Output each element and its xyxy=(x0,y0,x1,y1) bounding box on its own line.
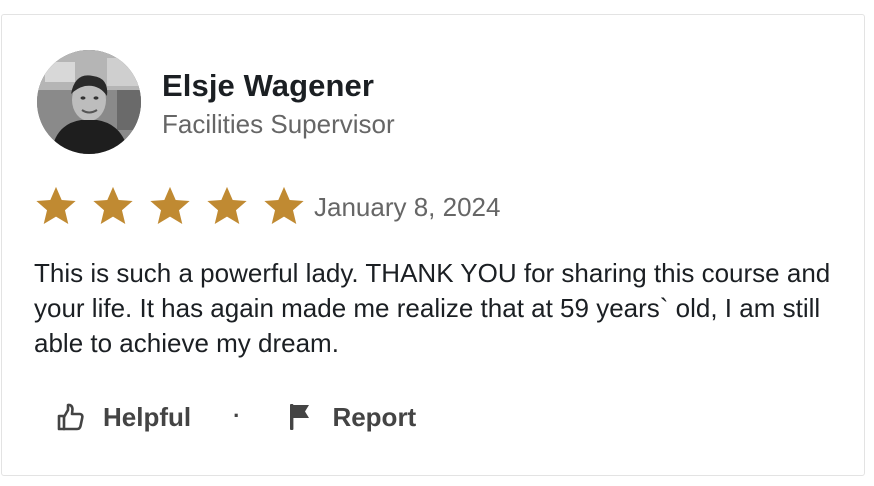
review-card: Elsje Wagener Facilities Supervisor Janu… xyxy=(1,14,865,476)
report-button[interactable]: Report xyxy=(285,401,416,433)
flag-icon xyxy=(290,404,310,430)
star-icon xyxy=(264,186,304,224)
star-icon xyxy=(36,186,76,224)
star-icon xyxy=(150,186,190,224)
review-actions: Helpful · Report xyxy=(54,397,416,437)
author-name: Elsje Wagener xyxy=(162,68,375,103)
author-title: Facilities Supervisor xyxy=(162,109,395,139)
star-icon xyxy=(93,186,133,224)
report-label: Report xyxy=(332,401,417,432)
review-date: January 8, 2024 xyxy=(314,192,501,222)
star-icon xyxy=(207,186,247,224)
review-text: This is such a powerful lady. THANK YOU … xyxy=(34,258,831,358)
helpful-button[interactable]: Helpful xyxy=(54,401,191,433)
action-separator: · xyxy=(233,403,241,428)
thumbs-up-icon xyxy=(57,403,84,431)
avatar xyxy=(37,50,141,154)
helpful-label: Helpful xyxy=(103,401,192,432)
star-rating xyxy=(34,184,306,228)
